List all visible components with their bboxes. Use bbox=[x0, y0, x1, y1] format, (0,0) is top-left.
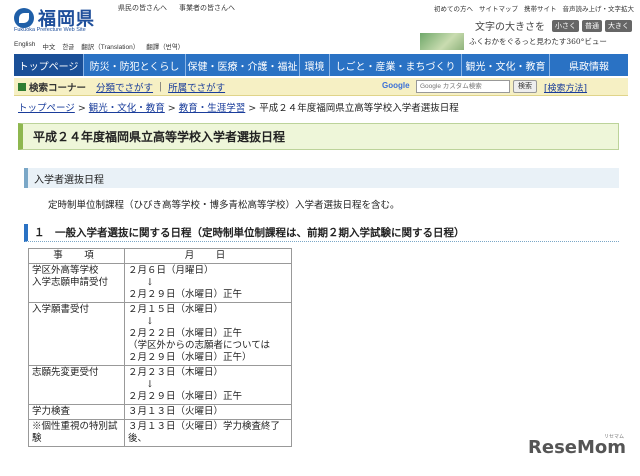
row-item: 学力検査 bbox=[28, 404, 125, 420]
search-bar: 検索コーナー 分類でさがす | 所属でさがす Google 検索 [検索方法] bbox=[14, 78, 628, 96]
language-links: English 中文 한글 翻訳（Translation） 翻譯（번역） bbox=[14, 41, 184, 51]
google-logo: Google bbox=[382, 81, 410, 90]
breadcrumb: トップページ > 観光・文化・教育 > 教育・生涯学習 > 平成２４年度福岡県立高等学校入学… bbox=[18, 100, 459, 114]
banner-image bbox=[420, 32, 464, 50]
watermark-sub: リセマム bbox=[604, 434, 625, 440]
down-arrow-icon: ↓ bbox=[146, 316, 154, 327]
date-line: 後、 bbox=[128, 433, 148, 444]
view360-banner[interactable]: ふくおかをぐるっと見わたす360°ビュー bbox=[420, 32, 634, 50]
page-title-box: 平成２４年度福岡県立高等学校入学者選抜日程 bbox=[18, 123, 619, 150]
banner-text: ふくおかをぐるっと見わたす360°ビュー bbox=[469, 36, 607, 46]
global-nav: トップページ 防災・防犯とくらし 保健・医療・介護・福祉 環境 しごと・産業・ま… bbox=[14, 54, 628, 76]
nav-industry[interactable]: しごと・産業・まちづくり bbox=[330, 54, 462, 76]
row-dates: ３月１３日（火曜日）学力検査終了 後、 bbox=[124, 419, 292, 447]
link-first-time[interactable]: 初めての方へ bbox=[434, 3, 473, 13]
lang-chinese[interactable]: 中文 bbox=[42, 41, 55, 51]
date-line: ２月２３日（木曜日） bbox=[128, 367, 224, 378]
nav-environment[interactable]: 環境 bbox=[300, 54, 330, 76]
date-line: ３月１３日（火曜日） bbox=[128, 406, 224, 417]
search-title: 検索コーナー bbox=[29, 82, 87, 94]
font-large-button[interactable]: 大きく bbox=[605, 19, 632, 32]
search-by-department[interactable]: 所属でさがす bbox=[168, 80, 225, 94]
breadcrumb-sep: > bbox=[77, 103, 86, 114]
header-date: 月 日 bbox=[124, 248, 292, 264]
font-small-button[interactable]: 小さく bbox=[552, 19, 579, 32]
date-line: ２月２２日（水曜日）正午 bbox=[128, 328, 243, 339]
utility-links: 初めての方へ サイトマップ 携帯サイト 音声読み上げ・文字拡大 bbox=[434, 3, 634, 13]
item-line: 入学志願申請受付 bbox=[32, 277, 109, 288]
down-arrow-icon: ↓ bbox=[146, 379, 154, 390]
date-line: （学区外からの志願者については bbox=[128, 340, 271, 351]
row-item: ※個性重視の特別試験 bbox=[28, 419, 125, 447]
table-row: 学区外高等学校 入学志願申請受付 ２月６日（月曜日） ↓ ２月２９日（水曜日）正午 bbox=[28, 263, 292, 303]
item-line: 学力検査 bbox=[32, 406, 71, 417]
search-button[interactable]: 検索 bbox=[513, 80, 537, 93]
search-corner-icon bbox=[18, 82, 26, 91]
font-size-control: 文字の大きさを 小さく 普通 大きく bbox=[475, 18, 632, 33]
site-header: 福岡県 Fukuoka Prefecture Web Site 県民の皆さんへ … bbox=[0, 0, 640, 54]
section-note: 定時制単位制課程（ひびき高等学校・博多青松高等学校）入学者選抜日程を含む。 bbox=[48, 200, 400, 211]
nav-government[interactable]: 県政情報 bbox=[550, 54, 628, 76]
page-title: 平成２４年度福岡県立高等学校入学者選抜日程 bbox=[33, 130, 286, 144]
table-row: 志願先変更受付 ２月２３日（木曜日） ↓ ２月２９日（水曜日）正午 bbox=[28, 365, 292, 405]
row-dates: ２月２３日（木曜日） ↓ ２月２９日（水曜日）正午 bbox=[124, 365, 292, 405]
audience-links: 県民の皆さんへ 事業者の皆さんへ bbox=[118, 3, 235, 13]
header-item: 事 項 bbox=[28, 248, 125, 264]
item-line: 志願先変更受付 bbox=[32, 367, 99, 378]
item-line: 入学願書受付 bbox=[32, 304, 90, 315]
table-row: ※個性重視の特別試験 ３月１３日（火曜日）学力検査終了 後、 bbox=[28, 419, 292, 447]
lang-english[interactable]: English bbox=[14, 41, 35, 51]
resemom-watermark: ReseMom リセマム bbox=[528, 434, 627, 458]
link-residents[interactable]: 県民の皆さんへ bbox=[118, 3, 167, 13]
lang-translation[interactable]: 翻訳（Translation） bbox=[81, 41, 139, 51]
date-line: ２月２９日（水曜日）正午 bbox=[128, 289, 243, 300]
row-dates: ３月１３日（火曜日） bbox=[124, 404, 292, 420]
item-line: 学区外高等学校 bbox=[32, 265, 99, 276]
divider: | bbox=[159, 81, 163, 92]
breadcrumb-current: 平成２４年度福岡県立高等学校入学者選抜日程 bbox=[259, 103, 459, 114]
link-mobile[interactable]: 携帯サイト bbox=[524, 3, 557, 13]
subsection-heading: １ 一般入学者選抜に関する日程（定時制単位制課程は、前期２期入学試験に関する日程… bbox=[24, 224, 619, 242]
date-line: ２月２９日（水曜日）正午） bbox=[128, 352, 252, 363]
nav-top[interactable]: トップページ bbox=[14, 54, 84, 76]
row-item: 志願先変更受付 bbox=[28, 365, 125, 405]
font-normal-button[interactable]: 普通 bbox=[582, 19, 602, 32]
nav-health[interactable]: 保健・医療・介護・福祉 bbox=[186, 54, 300, 76]
row-item: 入学願書受付 bbox=[28, 302, 125, 366]
date-line: ２月１５日（水曜日） bbox=[128, 304, 224, 315]
lang-translation-kr[interactable]: 翻譯（번역） bbox=[146, 41, 184, 51]
row-item: 学区外高等学校 入学志願申請受付 bbox=[28, 263, 125, 303]
breadcrumb-sep: > bbox=[167, 103, 176, 114]
date-line: ３月１３日（火曜日）学力検査終了 bbox=[128, 421, 281, 432]
nav-safety[interactable]: 防災・防犯とくらし bbox=[84, 54, 186, 76]
link-sitemap[interactable]: サイトマップ bbox=[479, 3, 518, 13]
search-by-category[interactable]: 分類でさがす bbox=[96, 80, 153, 94]
row-dates: ２月６日（月曜日） ↓ ２月２９日（水曜日）正午 bbox=[124, 263, 292, 303]
nav-culture[interactable]: 観光・文化・教育 bbox=[462, 54, 550, 76]
search-input[interactable] bbox=[416, 80, 510, 93]
schedule-table: 事 項 月 日 学区外高等学校 入学志願申請受付 ２月６日（月曜日） ↓ ２月２９日（… bbox=[28, 248, 292, 447]
row-dates: ２月１５日（水曜日） ↓ ２月２２日（水曜日）正午 （学区外からの志願者については ２月… bbox=[124, 302, 292, 366]
link-accessibility[interactable]: 音声読み上げ・文字拡大 bbox=[563, 3, 635, 13]
breadcrumb-education[interactable]: 教育・生涯学習 bbox=[179, 103, 246, 114]
logo-subtitle: Fukuoka Prefecture Web Site bbox=[14, 27, 86, 33]
date-line: ２月６日（月曜日） bbox=[128, 265, 214, 276]
lang-korean[interactable]: 한글 bbox=[62, 41, 74, 51]
breadcrumb-culture[interactable]: 観光・文化・教育 bbox=[89, 103, 165, 114]
table-header-row: 事 項 月 日 bbox=[28, 248, 292, 264]
link-businesses[interactable]: 事業者の皆さんへ bbox=[179, 3, 235, 13]
table-row: 学力検査 ３月１３日（火曜日） bbox=[28, 404, 292, 420]
down-arrow-icon: ↓ bbox=[146, 277, 154, 288]
watermark-text: ReseMom bbox=[528, 437, 627, 458]
breadcrumb-top[interactable]: トップページ bbox=[18, 103, 75, 114]
date-line: ２月２９日（水曜日）正午 bbox=[128, 391, 243, 402]
prefecture-emblem-icon bbox=[14, 8, 34, 28]
table-row: 入学願書受付 ２月１５日（水曜日） ↓ ２月２２日（水曜日）正午 （学区外からの志願者… bbox=[28, 302, 292, 366]
breadcrumb-sep: > bbox=[248, 103, 257, 114]
item-line: ※個性重視の特別試験 bbox=[32, 421, 118, 444]
section-heading: 入学者選抜日程 bbox=[24, 168, 619, 188]
font-size-label: 文字の大きさを bbox=[475, 22, 545, 33]
search-help-link[interactable]: [検索方法] bbox=[544, 81, 587, 94]
